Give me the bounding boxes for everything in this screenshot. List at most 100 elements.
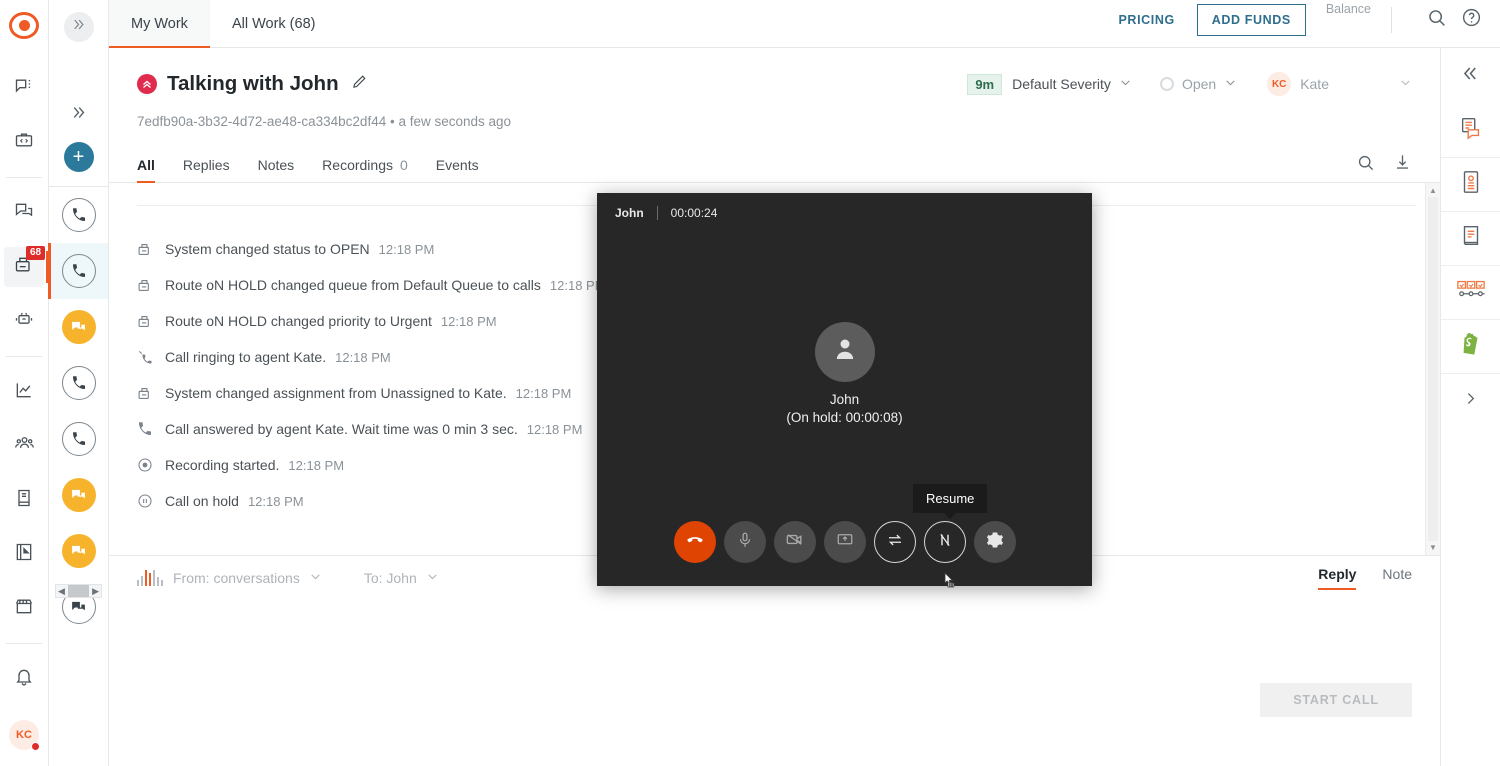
- phone-hangup-icon: [685, 530, 705, 555]
- collapse-right-rail-button[interactable]: [1441, 48, 1500, 104]
- sessions-horizontal-scrollbar[interactable]: ◀ ▶: [55, 584, 102, 598]
- severity-urgent-icon: [137, 74, 157, 94]
- session-item-call-2[interactable]: [49, 243, 108, 299]
- session-item-call-1[interactable]: [49, 187, 108, 243]
- scroll-up-icon[interactable]: ▲: [1429, 186, 1437, 195]
- ticket-meta-separator: •: [390, 114, 395, 129]
- page-title: Talking with John: [167, 72, 339, 96]
- from-select[interactable]: From: conversations: [173, 570, 322, 586]
- status-dot-icon: [1160, 77, 1174, 91]
- right-rail-item-knowledge[interactable]: [1441, 212, 1500, 266]
- customer-journey-icon: [1456, 279, 1486, 306]
- to-label: To: John: [364, 570, 417, 586]
- right-rail-item-shopify[interactable]: [1441, 320, 1500, 374]
- session-item-chat-2[interactable]: [49, 467, 108, 523]
- sidebar-item-inbox[interactable]: 68: [4, 247, 44, 287]
- ticket-meta: 7edfb90a-3b32-4d72-ae48-ca334bc2df44 • a…: [137, 114, 1412, 129]
- add-funds-button[interactable]: ADD FUNDS: [1197, 4, 1306, 36]
- tab-reply[interactable]: Reply: [1318, 566, 1356, 590]
- conversations-icon: [14, 201, 34, 226]
- mute-button[interactable]: [724, 521, 766, 563]
- call-header-divider: [657, 206, 658, 220]
- status-select[interactable]: Open: [1160, 76, 1237, 92]
- caller-avatar: [815, 322, 875, 382]
- tab-replies[interactable]: Replies: [183, 147, 230, 182]
- bot-icon: [14, 309, 34, 334]
- expand-nav-button[interactable]: [64, 12, 94, 42]
- sidebar-item-bots[interactable]: [4, 301, 44, 341]
- right-rail: [1440, 48, 1500, 766]
- sidebar-item-knowledge[interactable]: [4, 480, 44, 520]
- screenshare-button[interactable]: [824, 521, 866, 563]
- scroll-right-icon[interactable]: ▶: [90, 586, 101, 597]
- tab-notes-label: Notes: [258, 157, 295, 173]
- bell-icon: [14, 667, 34, 692]
- caller-name: John: [830, 392, 859, 407]
- tab-notes[interactable]: Notes: [258, 147, 295, 182]
- chevron-down-icon-to: [426, 570, 439, 586]
- tab-note[interactable]: Note: [1382, 566, 1412, 590]
- collapse-sessions-button[interactable]: [70, 104, 87, 126]
- download-transcript-button[interactable]: [1393, 153, 1412, 177]
- right-rail-item-contact[interactable]: [1441, 158, 1500, 212]
- event-time: 12:18 PM: [379, 242, 435, 257]
- shopify-icon: [1459, 331, 1483, 362]
- sidebar-item-conversations[interactable]: [4, 193, 44, 233]
- sidebar-item-reports[interactable]: [4, 534, 44, 574]
- settings-button[interactable]: [974, 521, 1016, 563]
- composer-tabs: Reply Note: [1292, 566, 1412, 590]
- session-item-chat-1[interactable]: [49, 299, 108, 355]
- chevron-down-icon: [1119, 76, 1132, 92]
- ticket-updated-time: a few seconds ago: [398, 114, 511, 129]
- resume-button[interactable]: [924, 521, 966, 563]
- events-scrollbar[interactable]: ▲ ▼: [1425, 183, 1440, 555]
- tab-all-work[interactable]: All Work (68): [210, 0, 338, 47]
- session-item-call-4[interactable]: [49, 411, 108, 467]
- tab-recordings[interactable]: Recordings 0: [322, 147, 408, 182]
- event-time: 12:18 PM: [527, 422, 583, 437]
- transfer-button[interactable]: [874, 521, 916, 563]
- hold-status: (On hold: 00:00:08): [786, 410, 902, 425]
- right-rail-item-journey[interactable]: [1441, 266, 1500, 320]
- start-call-button[interactable]: START CALL: [1260, 683, 1412, 717]
- scroll-down-icon[interactable]: ▼: [1429, 543, 1437, 552]
- notifications-button[interactable]: [4, 659, 44, 699]
- tab-events[interactable]: Events: [436, 147, 479, 182]
- search-conversation-button[interactable]: [1356, 153, 1375, 177]
- tab-all[interactable]: All: [137, 147, 155, 182]
- severity-select[interactable]: Default Severity: [1012, 76, 1132, 92]
- sidebar-item-analytics[interactable]: [4, 372, 44, 412]
- expand-right-rail-button[interactable]: [1441, 374, 1500, 428]
- scroll-thumb[interactable]: [68, 585, 89, 597]
- pricing-link[interactable]: PRICING: [1119, 13, 1175, 27]
- assignee-select[interactable]: KC Kate: [1267, 72, 1412, 96]
- help-button[interactable]: [1461, 7, 1482, 33]
- hangup-button[interactable]: [674, 521, 716, 563]
- sidebar-item-chat[interactable]: [4, 68, 44, 108]
- events-scrollbar-thumb[interactable]: [1428, 197, 1438, 541]
- to-select[interactable]: To: John: [364, 570, 439, 586]
- new-session-button[interactable]: +: [64, 142, 94, 172]
- global-search-button[interactable]: [1426, 7, 1447, 33]
- knowledge-base-icon: [1459, 223, 1483, 254]
- chevron-down-icon-status: [1224, 76, 1237, 92]
- search-icon: [1426, 7, 1447, 33]
- sidebar-item-contacts[interactable]: [4, 426, 44, 466]
- video-off-icon: [785, 530, 804, 554]
- edit-title-button[interactable]: [351, 73, 368, 95]
- right-rail-item-transcript[interactable]: [1441, 104, 1500, 158]
- sidebar-item-store[interactable]: [4, 588, 44, 628]
- scroll-left-icon[interactable]: ◀: [56, 586, 67, 597]
- call-modal-header: John 00:00:24: [597, 193, 1092, 220]
- sidebar-item-developer[interactable]: [4, 122, 44, 162]
- video-button[interactable]: [774, 521, 816, 563]
- assignee-avatar: KC: [1267, 72, 1291, 96]
- user-avatar[interactable]: KC: [9, 720, 39, 750]
- session-item-chat-3[interactable]: [49, 523, 108, 579]
- app-logo-icon[interactable]: [9, 12, 39, 39]
- tab-my-work[interactable]: My Work: [109, 0, 210, 47]
- system-event-icon: [137, 241, 165, 258]
- session-item-call-3[interactable]: [49, 355, 108, 411]
- double-chevron-right-icon: [71, 17, 86, 37]
- tab-my-work-label: My Work: [131, 16, 188, 32]
